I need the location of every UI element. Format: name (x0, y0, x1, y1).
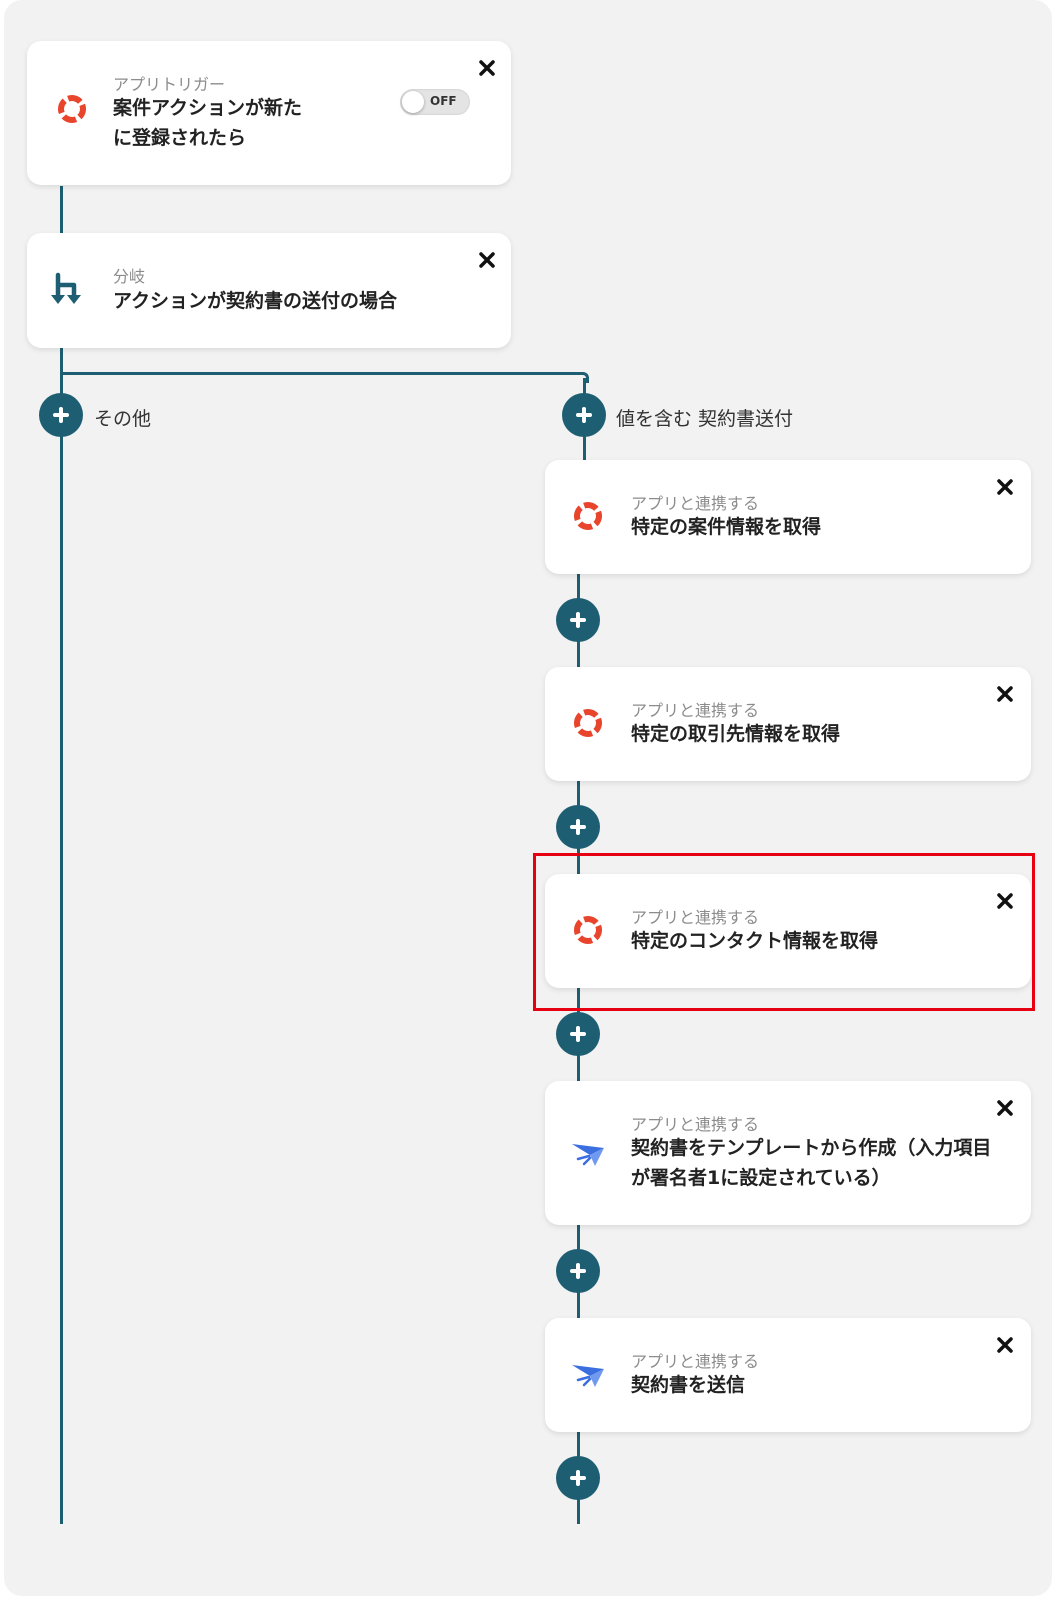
close-icon[interactable] (476, 57, 498, 79)
step-card[interactable]: アプリと連携する 特定の取引先情報を取得 (545, 667, 1031, 781)
add-step-button[interactable] (556, 598, 600, 642)
paper-plane-icon (568, 1354, 608, 1394)
branch-sub-label: 分岐 (113, 267, 146, 286)
close-icon[interactable] (994, 476, 1016, 498)
step-sub-label: アプリと連携する (631, 1352, 760, 1371)
connector-branch-horizontal (60, 372, 584, 375)
close-icon[interactable] (994, 683, 1016, 705)
close-icon[interactable] (476, 249, 498, 271)
trigger-card[interactable]: アプリトリガー 案件アクションが新た に登録されたら OFF (27, 41, 511, 185)
add-step-button[interactable] (556, 805, 600, 849)
paper-plane-icon (568, 1133, 608, 1173)
toggle-label: OFF (430, 94, 457, 108)
add-step-button[interactable] (556, 1456, 600, 1500)
step-card[interactable]: アプリと連携する 特定のコンタクト情報を取得 (545, 874, 1031, 988)
lifebuoy-icon (568, 496, 608, 536)
lifebuoy-icon (568, 703, 608, 743)
close-icon[interactable] (994, 1334, 1016, 1356)
step-card[interactable]: アプリと連携する 契約書を送信 (545, 1318, 1031, 1432)
connector-left-branch (60, 348, 63, 1524)
trigger-sub-label: アプリトリガー (113, 75, 226, 94)
connector-trigger-to-branch (60, 186, 63, 234)
add-step-button[interactable] (556, 1249, 600, 1293)
step-sub-label: アプリと連携する (631, 701, 760, 720)
step-sub-label: アプリと連携する (631, 1115, 760, 1134)
lifebuoy-icon (52, 89, 92, 129)
step-card[interactable]: アプリと連携する 契約書をテンプレートから作成（入力項目 が署名者1に設定されて… (545, 1081, 1031, 1225)
branch-label-match: 値を含む 契約書送付 (616, 408, 794, 430)
branch-label-other: その他 (94, 408, 152, 430)
step-title: 特定の取引先情報を取得 (631, 723, 841, 745)
trigger-title: 案件アクションが新た に登録されたら (113, 97, 303, 149)
step-card[interactable]: アプリと連携する 特定の案件情報を取得 (545, 460, 1031, 574)
workflow-canvas: アプリトリガー 案件アクションが新た に登録されたら OFF 分岐 アクションが… (4, 0, 1052, 1596)
close-icon[interactable] (994, 890, 1016, 912)
add-step-button-other[interactable] (39, 393, 83, 437)
branch-icon (50, 269, 90, 309)
close-icon[interactable] (994, 1097, 1016, 1119)
branch-card[interactable]: 分岐 アクションが契約書の送付の場合 (27, 233, 511, 348)
branch-title: アクションが契約書の送付の場合 (113, 290, 398, 312)
step-sub-label: アプリと連携する (631, 908, 760, 927)
trigger-toggle[interactable]: OFF (400, 89, 470, 115)
step-title: 契約書をテンプレートから作成（入力項目 が署名者1に設定されている） (631, 1137, 992, 1189)
step-title: 特定の案件情報を取得 (631, 516, 822, 538)
toggle-knob (402, 91, 424, 113)
step-sub-label: アプリと連携する (631, 494, 760, 513)
step-title: 特定のコンタクト情報を取得 (631, 930, 879, 952)
add-step-button[interactable] (556, 1012, 600, 1056)
step-title: 契約書を送信 (631, 1374, 746, 1396)
add-step-button-match[interactable] (562, 393, 606, 437)
lifebuoy-icon (568, 910, 608, 950)
